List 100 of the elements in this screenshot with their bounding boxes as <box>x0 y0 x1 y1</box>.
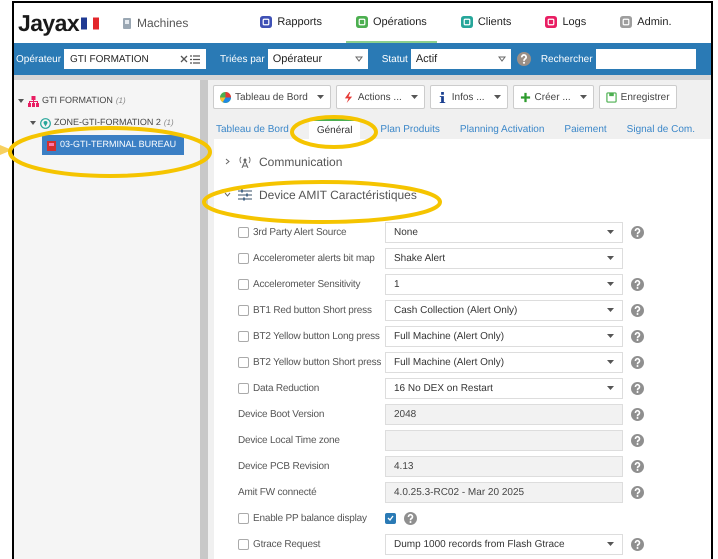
help-icon[interactable] <box>404 512 417 524</box>
collapse-icon[interactable] <box>18 98 24 104</box>
field-label: Accelerometer Sensitivity <box>253 278 360 292</box>
field-label: Data Reduction <box>253 382 320 396</box>
dropdown[interactable]: Dump 1000 records from Flash Gtrace <box>385 534 623 554</box>
tree-item[interactable]: GTI FORMATION <box>28 94 113 108</box>
field-label: Device Local Time zone <box>238 434 340 448</box>
checkbox[interactable] <box>238 356 249 368</box>
field-label: BT2 Yellow button Short press <box>253 356 382 370</box>
item-count: (1) <box>164 117 174 129</box>
save-icon <box>606 92 617 102</box>
dropdown[interactable]: Full Machine (Alert Only) <box>385 352 623 372</box>
field-label: Enable PP balance display <box>253 512 367 526</box>
tree-item[interactable]: 03-GTI-TERMINAL BUREAU <box>42 135 184 155</box>
field-label: BT2 Yellow button Long press <box>253 330 380 344</box>
field-label: Device PCB Revision <box>238 460 330 474</box>
plus-icon <box>520 92 531 102</box>
filter-label: Opérateur <box>16 52 62 66</box>
help-icon[interactable] <box>631 486 644 498</box>
checkbox[interactable] <box>238 330 249 342</box>
location-icon <box>40 118 51 128</box>
sliders-icon <box>237 188 253 200</box>
caret-icon <box>498 56 506 62</box>
checkbox[interactable] <box>238 382 249 394</box>
checkbox[interactable] <box>238 512 249 524</box>
help-icon[interactable] <box>631 408 644 420</box>
checkbox[interactable] <box>385 512 396 524</box>
app-icon <box>460 16 473 28</box>
tab[interactable]: Général <box>308 119 360 139</box>
app-icon <box>356 16 368 28</box>
checkbox[interactable] <box>238 252 249 264</box>
help-icon[interactable] <box>631 226 644 238</box>
section-title[interactable]: Device AMIT Caractéristiques <box>259 186 417 204</box>
help-icon[interactable] <box>631 330 644 342</box>
help-icon[interactable] <box>631 356 644 368</box>
nav-tab[interactable]: Rapports <box>250 3 332 43</box>
flag-icon <box>81 16 100 30</box>
toolbar-button[interactable]: Créer ... <box>512 85 594 109</box>
caret-icon <box>607 386 614 390</box>
nav-tab[interactable]: Clients <box>450 3 522 43</box>
nav-tab[interactable]: Logs <box>535 3 596 43</box>
checkbox[interactable] <box>238 278 249 290</box>
section-title[interactable]: Communication <box>259 152 342 170</box>
help-icon[interactable] <box>631 382 644 394</box>
chevron-down-icon[interactable] <box>224 191 231 198</box>
app-icon <box>545 16 558 28</box>
status-select[interactable]: Actif <box>410 49 511 69</box>
help-icon[interactable] <box>631 304 644 316</box>
machine-icon <box>46 140 57 150</box>
tree-item[interactable]: ZONE-GTI-FORMATION 2 <box>40 116 161 130</box>
help-icon[interactable] <box>631 278 644 290</box>
section-title: Machines <box>137 15 188 32</box>
logo: Jayax <box>18 12 80 34</box>
sort-select[interactable]: Opérateur <box>268 49 368 69</box>
field-label: Device Boot Version <box>238 408 324 422</box>
dropdown[interactable]: 16 No DEX on Restart <box>385 378 623 398</box>
field-label: BT1 Red button Short press <box>253 304 372 318</box>
search-field[interactable] <box>596 49 696 69</box>
caret-icon <box>607 230 614 234</box>
caret-icon <box>607 542 614 546</box>
dropdown[interactable]: Shake Alert <box>385 248 623 268</box>
dropdown[interactable]: None <box>385 222 623 242</box>
dropdown[interactable]: Full Machine (Alert Only) <box>385 326 623 346</box>
field-label: Amit FW connecté <box>238 486 316 500</box>
nav-tab[interactable]: Admin. <box>610 3 682 43</box>
help-icon[interactable] <box>631 434 644 446</box>
dropdown[interactable]: 1 <box>385 274 623 294</box>
readonly-field: 4.13 <box>385 456 623 476</box>
checkbox[interactable] <box>238 538 249 550</box>
caret-icon <box>607 360 614 364</box>
app-icon <box>260 16 272 28</box>
help-icon[interactable] <box>631 538 644 550</box>
field-label: 3rd Party Alert Source <box>253 226 346 240</box>
dropdown[interactable]: Cash Collection (Alert Only) <box>385 300 623 320</box>
checkbox[interactable] <box>238 304 249 316</box>
antenna-icon <box>237 156 253 168</box>
help-icon[interactable] <box>516 52 531 66</box>
help-icon[interactable] <box>631 460 644 472</box>
caret-icon <box>607 308 614 312</box>
caret-icon <box>607 334 614 338</box>
toolbar-button[interactable]: Actions ... <box>336 85 425 109</box>
list-icon[interactable] <box>190 54 200 64</box>
toolbar-button[interactable]: Enregistrer <box>598 85 677 109</box>
filter-label: Statut <box>382 52 408 66</box>
readonly-field: 4.0.25.3-RC02 - Mar 20 2025 <box>385 482 623 502</box>
field-label: Gtrace Request <box>253 538 320 552</box>
pie-chart-icon <box>220 92 231 102</box>
toolbar-button[interactable]: Tableau de Bord <box>213 85 331 109</box>
filter-label: Rechercher <box>540 52 593 66</box>
chevron-right-icon[interactable] <box>224 158 231 165</box>
readonly-field: 2048 <box>385 404 623 424</box>
app-icon <box>620 16 632 28</box>
caret-icon <box>607 282 614 286</box>
toolbar-button[interactable]: Infos ... <box>430 85 508 109</box>
org-chart-icon <box>28 96 39 106</box>
operator-field[interactable]: GTI FORMATION <box>64 49 206 69</box>
clear-icon[interactable] <box>180 55 188 63</box>
item-count: (1) <box>116 95 126 107</box>
collapse-icon[interactable] <box>30 120 36 126</box>
checkbox[interactable] <box>238 226 249 238</box>
